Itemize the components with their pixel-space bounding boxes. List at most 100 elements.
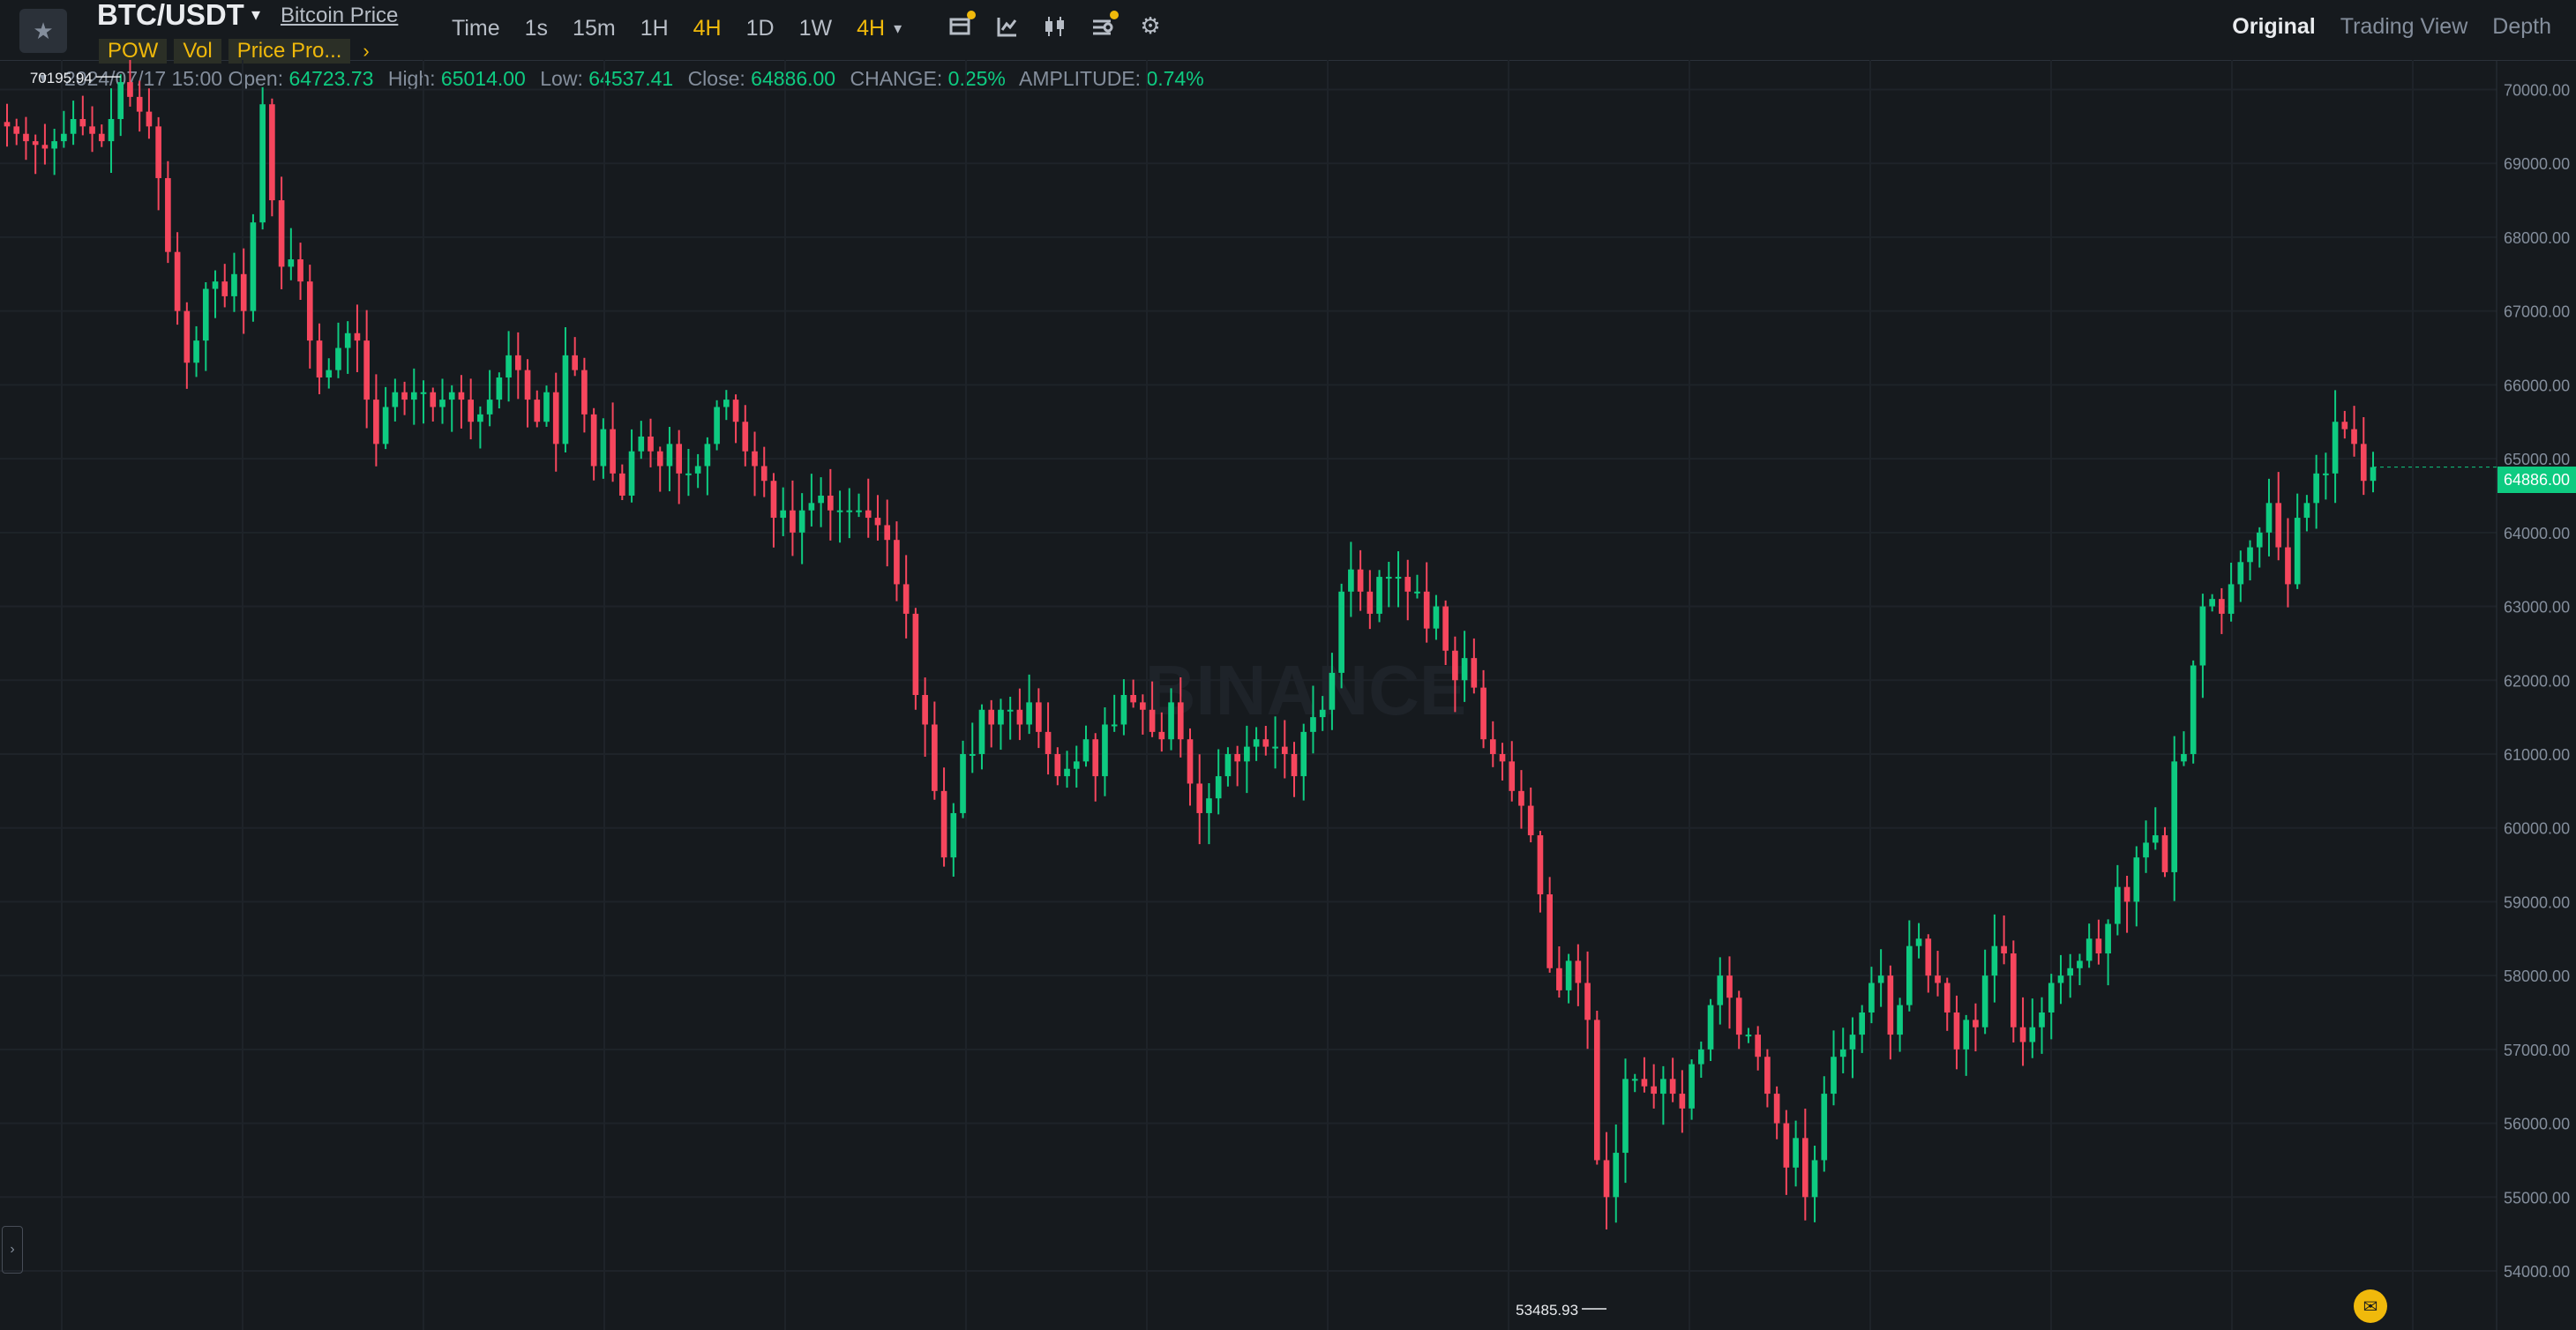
- settings-list-icon[interactable]: [1090, 11, 1119, 42]
- candle-body: [543, 392, 550, 422]
- calendar-icon[interactable]: [947, 11, 976, 42]
- candle-body: [1385, 577, 1392, 579]
- interval-time[interactable]: Time: [452, 16, 500, 41]
- max-price-label: 70195.94: [30, 70, 93, 86]
- candlestick-icon[interactable]: [1043, 12, 1067, 42]
- candle-body: [2341, 422, 2348, 430]
- candle-body: [1215, 776, 1222, 799]
- candle-body: [2209, 599, 2215, 607]
- candle-body: [373, 400, 379, 445]
- candle-body: [2039, 1012, 2045, 1027]
- candle-body: [1793, 1138, 1799, 1168]
- interval-1w[interactable]: 1W: [799, 16, 833, 41]
- candle-body: [590, 414, 597, 467]
- candle-body: [61, 133, 67, 142]
- candle-body: [1707, 1005, 1714, 1050]
- candle-body: [780, 510, 787, 519]
- interval-15m[interactable]: 15m: [573, 16, 616, 41]
- candle-body: [1499, 753, 1506, 762]
- assistant-icon[interactable]: ✉: [2354, 1289, 2387, 1323]
- tab-trading-view[interactable]: Trading View: [2340, 14, 2468, 40]
- candle-body: [950, 812, 957, 858]
- price-tick-label: 60000.00: [2504, 820, 2570, 838]
- indicator-chart-icon[interactable]: [995, 12, 1020, 42]
- candle-body: [922, 695, 928, 725]
- candle-body: [714, 407, 720, 445]
- price-link[interactable]: Bitcoin Price: [281, 4, 398, 28]
- interval-4h[interactable]: 4H: [693, 16, 722, 41]
- candle-body: [89, 126, 95, 134]
- candle-body: [1669, 1079, 1676, 1095]
- tab-original[interactable]: Original: [2232, 14, 2315, 40]
- candle-body: [998, 709, 1004, 725]
- candle-body: [505, 355, 512, 377]
- symbol-dropdown-icon[interactable]: ▾: [251, 4, 260, 26]
- candle-body: [1480, 687, 1486, 740]
- candle-body: [562, 355, 569, 445]
- interval-dropdown[interactable]: 4H: [857, 16, 885, 41]
- candle-body: [1831, 1057, 1837, 1095]
- candle-body: [1414, 591, 1420, 594]
- candle-body: [401, 392, 408, 400]
- candle-body: [165, 177, 171, 252]
- candle-body: [1773, 1094, 1780, 1124]
- candle-body: [1291, 753, 1298, 777]
- candle-body: [988, 709, 995, 725]
- candle-body: [694, 466, 701, 474]
- candle-body: [1016, 709, 1023, 725]
- gear-icon[interactable]: ⚙: [1138, 12, 1163, 42]
- candle-body: [2077, 960, 2083, 968]
- symbol-title[interactable]: BTC/USDT: [97, 0, 244, 32]
- interval-1h[interactable]: 1H: [640, 16, 669, 41]
- candle-body: [250, 222, 257, 311]
- candle-body: [496, 377, 503, 400]
- candle-body: [1036, 702, 1042, 732]
- interval-1d[interactable]: 1D: [746, 16, 775, 41]
- candle-body: [770, 481, 777, 519]
- candle-body: [902, 584, 910, 614]
- candle-body: [98, 133, 105, 142]
- candle-body: [2228, 584, 2235, 614]
- candle-body: [2323, 473, 2329, 475]
- price-tick-label: 57000.00: [2504, 1042, 2570, 1059]
- candle-body: [912, 613, 919, 695]
- candle-body: [117, 82, 124, 119]
- candle-body: [146, 111, 153, 127]
- sidebar-toggle-icon[interactable]: ›: [2, 1226, 23, 1274]
- top-toolbar: ★ BTC/USDT ▾ Bitcoin Price POW Vol Price…: [0, 0, 2576, 64]
- candle-body: [306, 281, 313, 341]
- candle-body: [2181, 753, 2187, 762]
- candle-body: [1329, 672, 1336, 710]
- watermark: BINANCE: [1145, 651, 1466, 729]
- candle-body: [231, 273, 237, 296]
- candle-body: [2275, 503, 2282, 548]
- candlestick-chart[interactable]: BINANCE 70000.00 69000.00 68000.00 67000.00…: [0, 60, 2576, 1330]
- candle-body: [2247, 547, 2253, 563]
- candle-body: [326, 370, 333, 377]
- candle-body: [1537, 835, 1544, 895]
- candle-body: [2057, 975, 2064, 983]
- candle-body: [240, 273, 247, 311]
- candle-body: [1887, 975, 1894, 1035]
- candle-body: [798, 510, 805, 533]
- candle-body: [1073, 761, 1080, 769]
- favorite-star-icon[interactable]: ★: [19, 9, 67, 53]
- tab-depth[interactable]: Depth: [2492, 14, 2551, 40]
- candle-body: [808, 503, 815, 511]
- candle-body: [524, 370, 531, 400]
- candle-body: [1489, 739, 1496, 754]
- candle-body: [2133, 857, 2140, 902]
- candle-body: [2067, 968, 2074, 976]
- price-tick-label: 54000.00: [2504, 1263, 2570, 1281]
- interval-1s[interactable]: 1s: [525, 16, 548, 41]
- candle-body: [1300, 731, 1307, 777]
- candle-body: [685, 473, 692, 475]
- current-price-badge: 64886.00: [2497, 467, 2576, 493]
- candle-body: [2011, 953, 2017, 1027]
- candle-body: [1839, 1049, 1846, 1057]
- candle-body: [221, 281, 228, 296]
- candle-body: [458, 392, 465, 400]
- candle-body: [1177, 702, 1184, 740]
- price-tick-label: 59000.00: [2504, 893, 2570, 911]
- chevron-down-icon[interactable]: ▾: [894, 19, 902, 38]
